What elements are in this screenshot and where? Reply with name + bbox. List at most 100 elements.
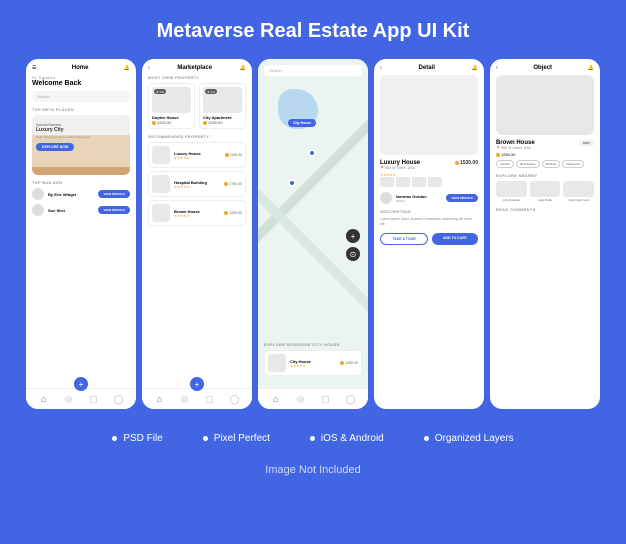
tag[interactable]: Building	[542, 160, 561, 168]
nav-cart-icon[interactable]: ▢	[205, 394, 215, 404]
nav-profile-icon[interactable]: ◯	[114, 394, 124, 404]
coin-icon	[340, 361, 344, 365]
screen-object: ‹ Object 🔔 Brown House 📍 869 W Street, U…	[490, 59, 600, 409]
builder-name: By Eric Widget	[48, 192, 94, 197]
bottom-nav: ⌂ ◎ ▢ ◯	[142, 388, 252, 409]
coin-icon	[203, 121, 207, 125]
nav-home-icon[interactable]: ⌂	[39, 394, 49, 404]
avatar[interactable]	[380, 192, 392, 204]
notification-icon[interactable]: 🔔	[588, 65, 594, 71]
hero-desc: Near shopping mall & modern living area	[36, 135, 90, 139]
screen-marketplace: ‹ Marketplace 🔔 MOST VIEW PROPERTY ★ 4.8…	[142, 59, 252, 409]
bottom-nav: ⌂ ◎ ▢ ◯	[258, 388, 368, 409]
gallery-thumb[interactable]	[396, 177, 410, 187]
back-icon[interactable]: ‹	[148, 65, 150, 71]
screen-title: Marketplace	[177, 65, 212, 71]
list-item[interactable]: Brown House★★★★★ 1250.00	[148, 200, 246, 226]
tag[interactable]: Metaverse	[562, 160, 584, 168]
map-marker-icon[interactable]	[308, 149, 316, 157]
list-price: 2750.00	[224, 182, 242, 186]
list-price: 1140.00	[225, 153, 242, 157]
fab-add-button[interactable]: +	[190, 377, 204, 391]
tag[interactable]: Real Estate	[516, 160, 540, 168]
nav-home-icon[interactable]: ⌂	[155, 394, 165, 404]
view-profile-button[interactable]: VIEW PROFILE	[446, 194, 478, 202]
nav-search-icon[interactable]: ◎	[180, 394, 190, 404]
thumb	[152, 175, 170, 193]
nav-profile-icon[interactable]: ◯	[346, 394, 356, 404]
coin-icon	[496, 153, 500, 157]
nav-home-icon[interactable]: ⌂	[271, 394, 281, 404]
builder-name: Sue Shei	[48, 208, 94, 213]
gallery-thumb[interactable]	[412, 177, 426, 187]
back-icon[interactable]: ‹	[380, 65, 382, 71]
list-price: 1250.00	[340, 361, 358, 365]
stars-icon: ★★★★★	[174, 156, 221, 160]
property-card[interactable]: ★ 4.6 City Apartment 1530.00	[199, 83, 246, 129]
object-price: 1250.00	[496, 152, 535, 157]
list-item[interactable]: Luxury House★★★★★ 1140.00	[148, 142, 246, 168]
nearby-item[interactable]: Cafe Bobo	[530, 181, 561, 202]
map-pin-label[interactable]: City House	[288, 119, 316, 127]
nearby-item[interactable]: City Hospital	[496, 181, 527, 202]
avatar[interactable]	[32, 188, 44, 200]
nav-cart-icon[interactable]: ▢	[321, 394, 331, 404]
nearby-item[interactable]: Gold Fast Food	[563, 181, 594, 202]
property-price: 1530.00	[203, 120, 242, 125]
nav-profile-icon[interactable]: ◯	[230, 394, 240, 404]
section-top-builder: TOP BUILDER	[32, 180, 130, 185]
search-input[interactable]: Search	[32, 91, 130, 102]
property-card[interactable]: ★ 4.8 Duplex House 3200.00	[148, 83, 195, 129]
detail-price: 1530.00	[455, 160, 478, 166]
features-row: PSD File Pixel Perfect iOS & Android Org…	[0, 409, 626, 456]
map-search-input[interactable]: Search	[264, 65, 362, 76]
screen-detail: ‹ Detail 🔔 Luxury House 📍 869 W Street, …	[374, 59, 484, 409]
screens-row: ☰ Home 🔔 Hi, Theodora Welcome Back Searc…	[0, 59, 626, 409]
nav-search-icon[interactable]: ◎	[296, 394, 306, 404]
coin-icon	[152, 121, 156, 125]
view-profile-button[interactable]: VIEW PROFILE	[98, 206, 130, 214]
notification-icon[interactable]: 🔔	[240, 65, 246, 71]
feature-item: Pixel Perfect	[203, 433, 270, 444]
detail-hero-image	[380, 75, 478, 155]
tag-row: Garden Real Estate Building Metaverse	[496, 160, 594, 168]
fab-add-button[interactable]: +	[74, 377, 88, 391]
map-zoom-in-button[interactable]: +	[346, 229, 360, 243]
tag[interactable]: Garden	[496, 160, 514, 168]
map-locate-button[interactable]: ⊙	[346, 247, 360, 261]
add-to-cart-button[interactable]: ADD TO CART	[432, 233, 478, 245]
notification-icon[interactable]: 🔔	[124, 65, 130, 71]
builder-row: Sue Shei VIEW PROFILE	[32, 204, 130, 216]
hero-card[interactable]: Special Express Luxury City Near shoppin…	[32, 115, 130, 175]
nav-search-icon[interactable]: ◎	[64, 394, 74, 404]
list-price: 1250.00	[224, 211, 242, 215]
menu-icon[interactable]: ☰	[32, 65, 36, 71]
avatar[interactable]	[32, 204, 44, 216]
coin-icon	[224, 182, 228, 186]
notification-icon[interactable]: 🔔	[472, 65, 478, 71]
bottom-nav: ⌂ ◎ ▢ ◯	[26, 388, 136, 409]
nav-cart-icon[interactable]: ▢	[89, 394, 99, 404]
hero-title: Luxury City	[36, 127, 90, 133]
screen-title: Detail	[419, 65, 435, 71]
edit-button[interactable]: EDIT	[579, 140, 594, 146]
list-item[interactable]: Hospital Building★★★★★ 2750.00	[148, 171, 246, 197]
take-tour-button[interactable]: TAKE A TOUR	[380, 233, 428, 245]
thumb	[152, 146, 170, 164]
section-explore: EXPLORE RIVERSIDE CITY HOUSE	[264, 342, 362, 347]
coin-icon	[225, 153, 229, 157]
object-hero-image	[496, 75, 594, 135]
bullet-icon	[112, 436, 117, 441]
map-result-item[interactable]: City House★★★★★ 1250.00	[264, 350, 362, 376]
section-description: DESCRIPTION	[380, 209, 478, 214]
gallery-thumb[interactable]	[380, 177, 394, 187]
map-marker-icon[interactable]	[288, 179, 296, 187]
stars-icon: ★★★★★	[290, 364, 336, 368]
gallery-thumb[interactable]	[428, 177, 442, 187]
back-icon[interactable]: ‹	[496, 65, 498, 71]
builder-row: By Eric Widget VIEW PROFILE	[32, 188, 130, 200]
explore-button[interactable]: EXPLORE NOW	[36, 143, 74, 151]
feature-item: iOS & Android	[310, 433, 384, 444]
view-profile-button[interactable]: VIEW PROFILE	[98, 190, 130, 198]
section-explore-nearby: EXPLORE NEARBY	[496, 173, 594, 178]
